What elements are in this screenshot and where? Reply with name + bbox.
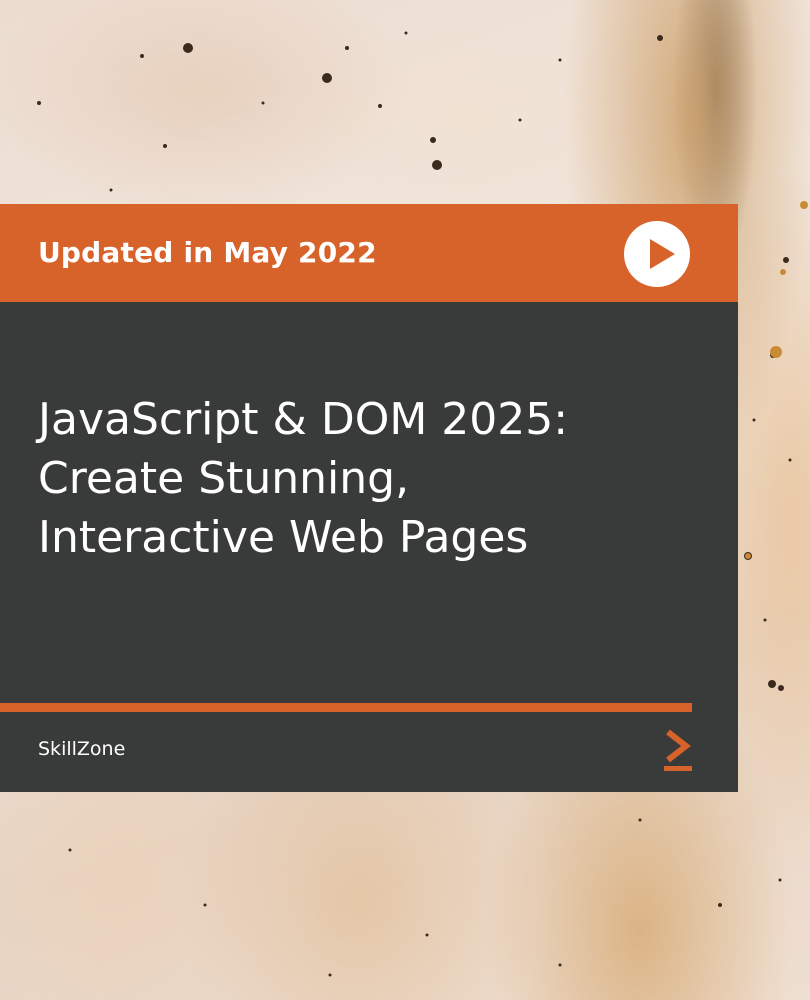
- chevron-right-icon[interactable]: [664, 728, 692, 772]
- brand-name: SkillZone: [38, 738, 126, 760]
- play-icon[interactable]: [624, 221, 690, 287]
- course-panel: JavaScript & DOM 2025: Create Stunning, …: [0, 302, 738, 792]
- update-banner: Updated in May 2022: [0, 204, 738, 302]
- course-card[interactable]: Updated in May 2022 JavaScript & DOM 202…: [0, 204, 738, 792]
- course-title: JavaScript & DOM 2025: Create Stunning, …: [38, 394, 569, 563]
- updated-label: Updated in May 2022: [38, 236, 377, 269]
- accent-divider: [0, 703, 692, 712]
